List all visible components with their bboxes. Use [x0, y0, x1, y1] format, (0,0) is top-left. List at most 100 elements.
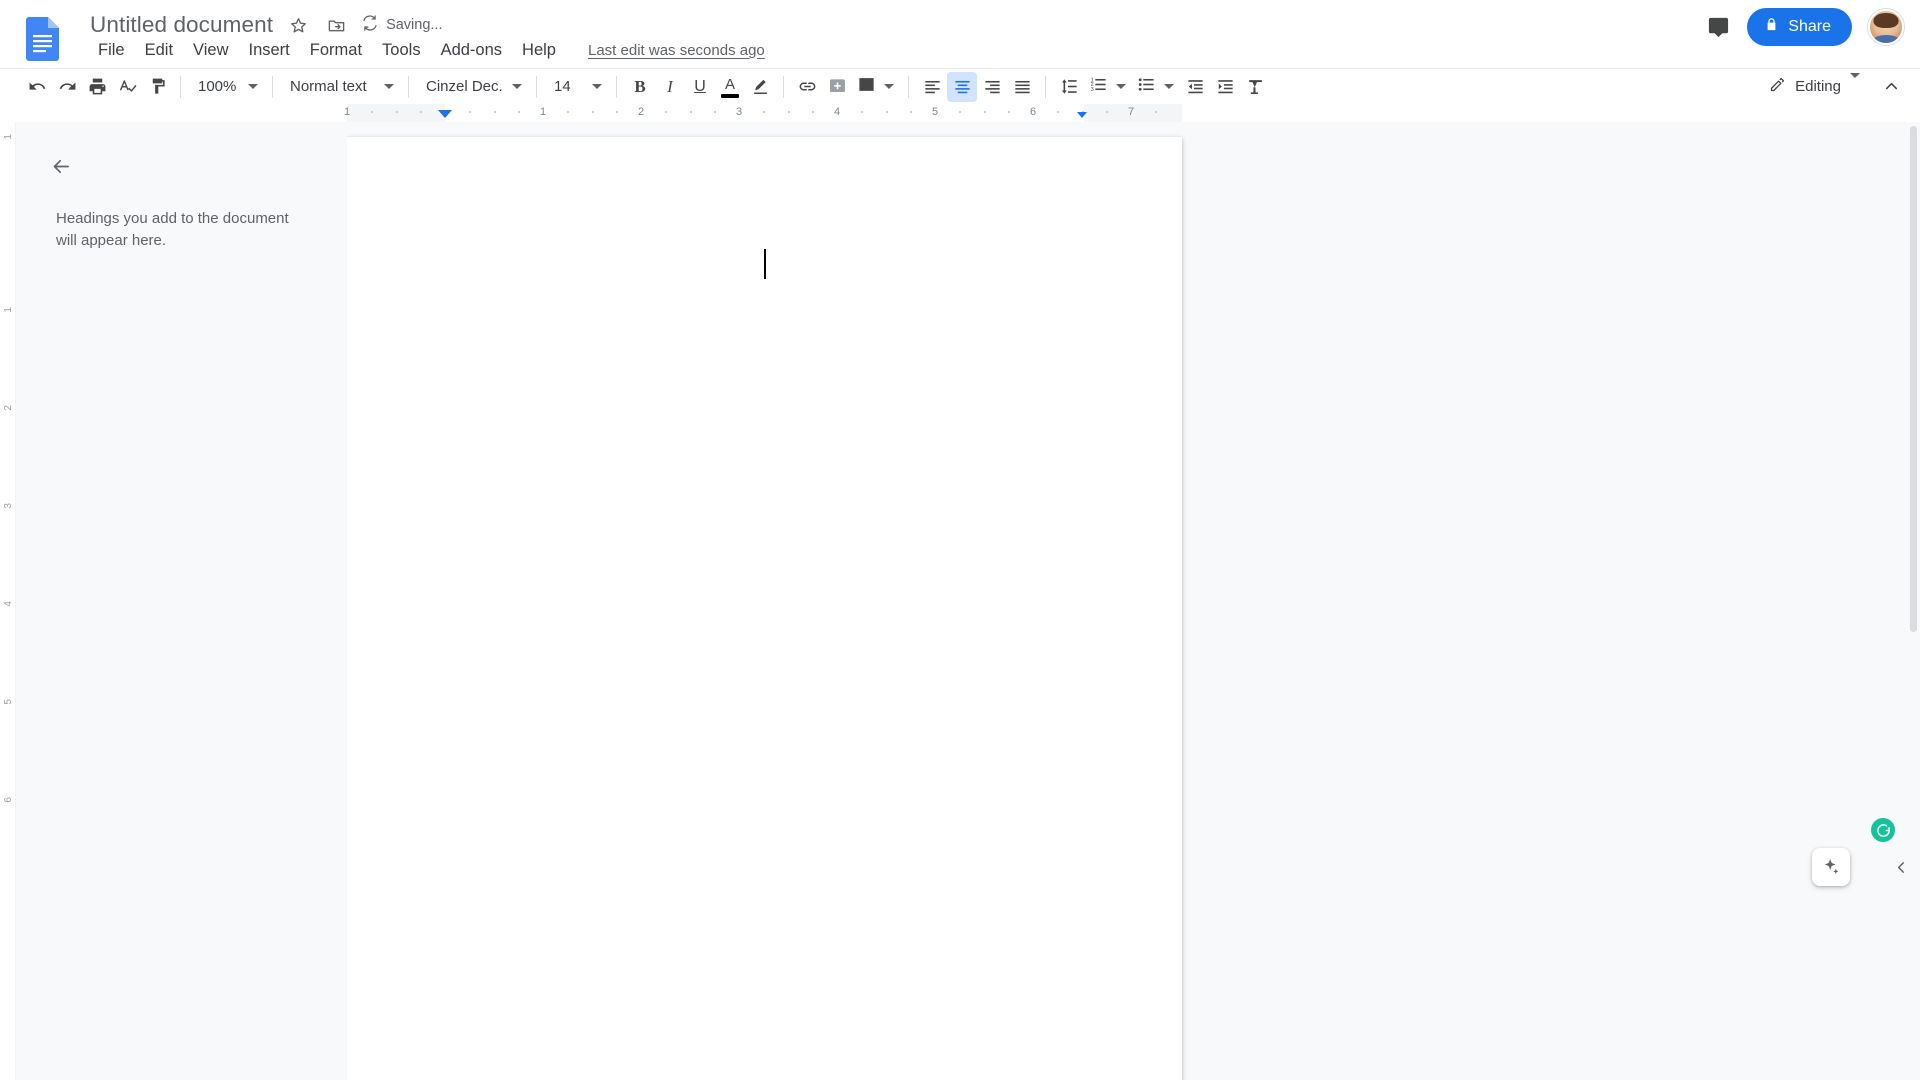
paint-format-icon[interactable] — [142, 72, 172, 102]
saving-text: Saving... — [386, 17, 443, 33]
toolbar-divider — [272, 75, 273, 98]
ruler-number: 2 — [637, 106, 645, 118]
lock-icon — [1764, 17, 1779, 37]
grammarly-icon[interactable] — [1871, 818, 1895, 842]
menu-edit[interactable]: Edit — [135, 36, 183, 64]
decrease-indent-icon[interactable] — [1180, 72, 1210, 102]
menu-bar: File Edit View Insert Format Tools Add-o… — [88, 36, 765, 64]
ruler-number: 6 — [1029, 106, 1037, 118]
last-edit-link[interactable]: Last edit was seconds ago — [588, 42, 765, 59]
header-actions: Share — [1697, 6, 1920, 48]
ruler-number: 1 — [539, 106, 547, 118]
horizontal-ruler[interactable]: 1 1 2 3 4 5 6 7 — [0, 104, 1920, 122]
svg-text:3: 3 — [1091, 86, 1094, 92]
ruler-track: 1 1 2 3 4 5 6 7 — [343, 104, 1182, 122]
ruler-number: 1 — [343, 106, 351, 118]
font-family-select[interactable]: Cinzel Dec... — [417, 72, 528, 102]
toolbar-divider — [616, 75, 617, 98]
underline-label: U — [694, 77, 706, 95]
document-canvas[interactable] — [347, 122, 1920, 1080]
numbered-list-icon: 1 2 3 — [1089, 75, 1108, 99]
text-color-icon[interactable]: A — [715, 72, 745, 102]
text-cursor — [764, 249, 766, 279]
spellcheck-icon[interactable] — [112, 72, 142, 102]
align-left-icon[interactable] — [917, 72, 947, 102]
document-outline-panel: Headings you add to the document will ap… — [16, 122, 347, 1080]
font-size-value: 14 — [554, 78, 571, 95]
avatar[interactable] — [1868, 9, 1904, 45]
chevron-down-icon — [384, 84, 394, 89]
chevron-down-icon — [1850, 72, 1860, 96]
bulleted-list-icon — [1137, 75, 1156, 99]
google-docs-window: Untitled document Saving... File Edit Vi… — [0, 0, 1920, 1080]
collapse-toolbar-icon[interactable] — [1876, 72, 1906, 102]
zoom-value: 100% — [198, 78, 237, 95]
toolbar-divider — [1045, 75, 1046, 98]
chevron-down-icon — [248, 84, 258, 89]
vertical-scrollbar[interactable] — [1907, 122, 1920, 1080]
menu-insert[interactable]: Insert — [239, 36, 300, 64]
explore-button[interactable] — [1812, 848, 1850, 886]
italic-label: I — [667, 76, 673, 96]
ruler-left-margin — [347, 104, 445, 122]
scrollbar-thumb[interactable] — [1910, 126, 1917, 632]
numbered-list-select[interactable]: 1 2 3 — [1084, 72, 1132, 102]
add-comment-icon[interactable] — [822, 72, 852, 102]
toolbar-divider — [536, 75, 537, 98]
outline-empty-text: Headings you add to the document will ap… — [56, 210, 289, 249]
vertical-ruler[interactable]: 1 1 2 3 4 5 6 — [0, 122, 16, 1080]
align-center-icon[interactable] — [947, 71, 977, 102]
right-indent-marker[interactable] — [1077, 112, 1087, 118]
left-indent-marker[interactable] — [438, 110, 452, 118]
toolbar-divider — [908, 75, 909, 98]
google-docs-icon[interactable] — [26, 17, 59, 61]
increase-indent-icon[interactable] — [1210, 72, 1240, 102]
ruler-number: 7 — [1127, 106, 1135, 118]
chevron-down-icon — [512, 84, 522, 89]
chevron-left-icon[interactable] — [1888, 854, 1914, 880]
document-title[interactable]: Untitled document — [88, 11, 275, 39]
editing-mode-select[interactable]: Editing — [1759, 72, 1866, 102]
vruler-number: 4 — [3, 601, 14, 607]
toolbar-divider — [180, 75, 181, 98]
chevron-down-icon — [884, 84, 894, 89]
menu-format[interactable]: Format — [300, 36, 372, 64]
share-button[interactable]: Share — [1747, 8, 1852, 46]
font-size-select[interactable]: 14 — [545, 72, 608, 102]
align-justify-icon[interactable] — [1007, 72, 1037, 102]
vruler-number: 3 — [3, 503, 14, 509]
insert-link-icon[interactable] — [792, 72, 822, 102]
share-label: Share — [1788, 18, 1831, 35]
print-icon[interactable] — [82, 72, 112, 102]
document-page[interactable] — [347, 137, 1182, 1080]
underline-button[interactable]: U — [685, 72, 715, 102]
bold-label: B — [634, 76, 646, 96]
insert-image-select[interactable] — [852, 72, 900, 102]
zoom-select[interactable]: 100% — [189, 72, 264, 102]
bulleted-list-select[interactable] — [1132, 72, 1180, 102]
line-spacing-icon[interactable] — [1054, 72, 1084, 102]
back-arrow-icon[interactable] — [44, 149, 78, 183]
menu-help[interactable]: Help — [512, 36, 566, 64]
editing-mode-label: Editing — [1795, 78, 1841, 95]
vruler-number: 1 — [3, 134, 14, 140]
undo-icon[interactable] — [22, 72, 52, 102]
italic-button[interactable]: I — [655, 72, 685, 102]
explore-icon — [1824, 859, 1839, 874]
align-right-icon[interactable] — [977, 72, 1007, 102]
paragraph-style-select[interactable]: Normal text — [281, 72, 400, 102]
chevron-down-icon — [1116, 84, 1126, 89]
menu-view[interactable]: View — [183, 36, 238, 64]
comment-history-icon[interactable] — [1697, 6, 1739, 48]
insert-image-icon — [857, 75, 876, 99]
vruler-number: 6 — [3, 797, 14, 803]
redo-icon[interactable] — [52, 72, 82, 102]
vruler-number: 2 — [3, 405, 14, 411]
clear-formatting-icon[interactable] — [1240, 72, 1270, 102]
highlight-color-icon[interactable] — [745, 72, 775, 102]
menu-file[interactable]: File — [88, 36, 135, 64]
bold-button[interactable]: B — [625, 72, 655, 102]
chevron-down-icon — [1164, 84, 1174, 89]
menu-add-ons[interactable]: Add-ons — [431, 36, 512, 64]
menu-tools[interactable]: Tools — [372, 36, 431, 64]
